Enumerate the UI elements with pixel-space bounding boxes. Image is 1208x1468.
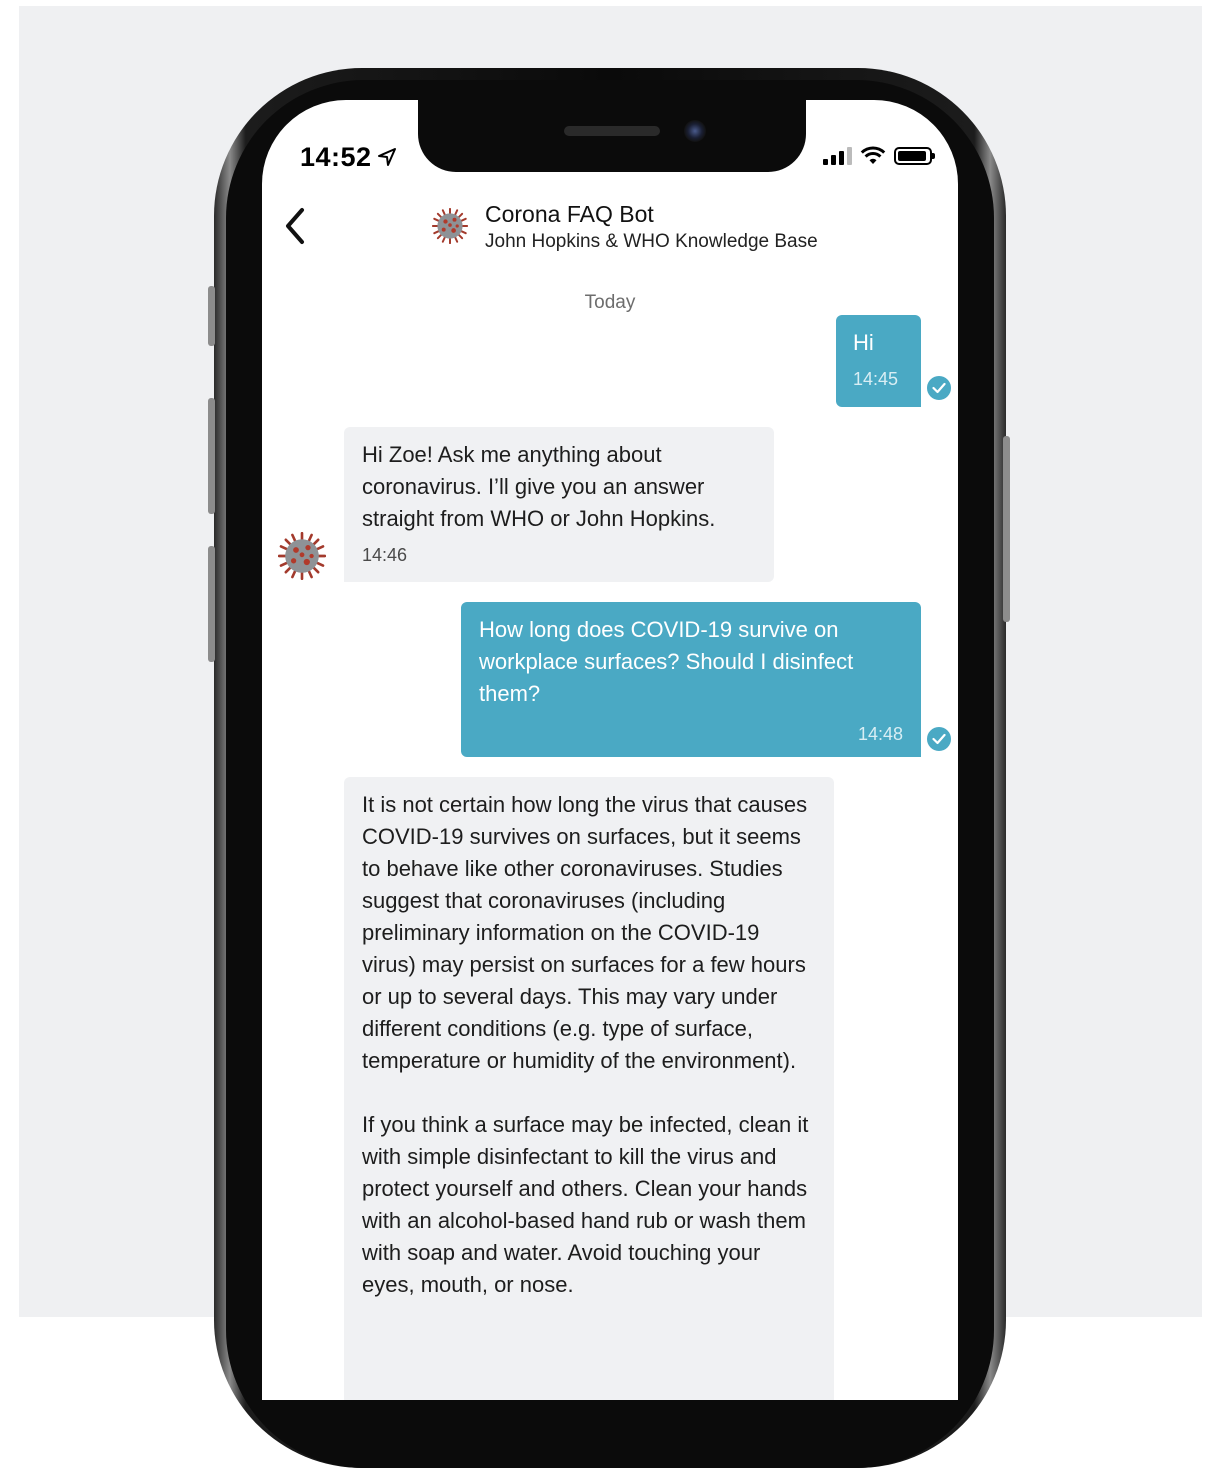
message-text: How long does COVID-19 survive on workpl…	[479, 617, 854, 706]
volume-down-button	[208, 546, 215, 662]
notch	[418, 100, 806, 172]
message-time: 14:48	[857, 724, 903, 744]
volume-up-button	[208, 398, 215, 514]
front-camera	[684, 120, 706, 142]
message-time: 14:45	[853, 369, 899, 389]
location-arrow-icon	[378, 148, 396, 166]
bot-avatar-virus-icon	[278, 532, 326, 580]
cellular-signal-icon	[823, 147, 852, 165]
chat-subtitle: John Hopkins & WHO Knowledge Base	[485, 231, 818, 252]
message-time: 14:46	[362, 545, 408, 565]
outgoing-message-bubble[interactable]: How long does COVID-19 survive on workpl…	[461, 602, 921, 757]
incoming-message-bubble[interactable]: It is not certain how long the virus tha…	[344, 777, 834, 1400]
message-text: Hi	[853, 330, 874, 355]
message-paragraph: It is not certain how long the virus tha…	[362, 792, 808, 1073]
read-checkmark-icon	[924, 724, 954, 754]
status-icons	[823, 146, 935, 166]
date-separator: Today	[584, 292, 636, 313]
phone-screen: 14:52 Corona FAQ Bot John Hopkins & WHO …	[262, 100, 958, 1400]
power-button	[1003, 436, 1010, 622]
bot-avatar-virus-icon	[432, 208, 468, 244]
chat-title: Corona FAQ Bot	[485, 201, 654, 227]
battery-icon	[894, 147, 935, 165]
wifi-icon	[860, 146, 886, 164]
back-chevron-icon[interactable]	[280, 206, 310, 246]
message-paragraph: If you think a surface may be infected, …	[362, 1112, 809, 1297]
message-text: Hi Zoe! Ask me anything about coronaviru…	[362, 442, 716, 531]
incoming-message-bubble[interactable]: Hi Zoe! Ask me anything about coronaviru…	[344, 427, 774, 582]
read-checkmark-icon	[924, 373, 954, 403]
outgoing-message-bubble[interactable]: Hi 14:45	[836, 315, 921, 407]
status-time: 14:52	[300, 142, 372, 172]
speaker	[564, 126, 660, 136]
mute-switch	[208, 286, 215, 346]
